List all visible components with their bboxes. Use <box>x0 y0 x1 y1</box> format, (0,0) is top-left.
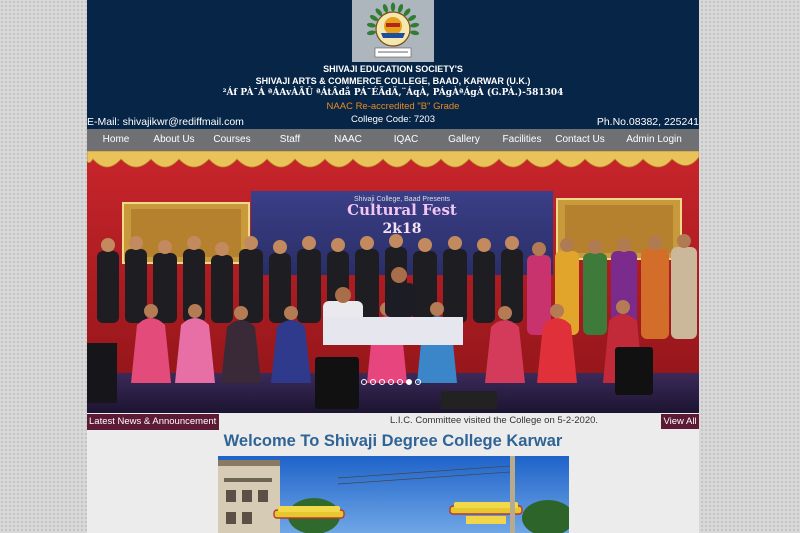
cultural-fest-photo: Shivaji College, Baad Presents Cultural … <box>87 151 699 413</box>
banner-year: 2k18 <box>383 221 422 237</box>
nav-admin-login[interactable]: Admin Login <box>609 129 699 151</box>
welcome-heading: Welcome To Shivaji Degree College Karwar <box>223 432 563 450</box>
contact-phone: Ph.No.08382, 225241 <box>596 116 699 128</box>
nav-contact-us[interactable]: Contact Us <box>551 129 609 151</box>
news-ticker: Latest News & Announcement L.I.C. Commit… <box>87 413 699 430</box>
naac-grade: NAAC Re-accredited "B" Grade <box>326 101 460 112</box>
campus-image <box>218 456 569 533</box>
college-name-kannada: ²Áf PÀ¯Á ªÁAvÀÃÛ ªÁtÂdå PÁ¯ÉÃdÄ,¨ÁqÀ, PÁ… <box>222 88 564 98</box>
contact-email[interactable]: E-Mail: shivajikwr@rediffmail.com <box>87 116 244 128</box>
slider-dot-active[interactable] <box>406 379 412 385</box>
college-campus-photo <box>218 456 569 533</box>
nav-home[interactable]: Home <box>87 129 145 151</box>
slider-dot[interactable] <box>370 379 376 385</box>
slider-dot[interactable] <box>361 379 367 385</box>
slider-dot[interactable] <box>415 379 421 385</box>
news-label: Latest News & Announcement <box>87 414 219 430</box>
nav-courses[interactable]: Courses <box>203 129 261 151</box>
nav-staff[interactable]: Staff <box>261 129 319 151</box>
news-item[interactable]: L.I.C. Committee visited the College on … <box>390 415 598 426</box>
slider-pagination <box>361 379 421 385</box>
slider-dot[interactable] <box>388 379 394 385</box>
society-name: SHIVAJI EDUCATION SOCIETY'S <box>323 64 463 74</box>
slider-dot[interactable] <box>379 379 385 385</box>
college-emblem-icon <box>366 2 420 58</box>
view-all-button[interactable]: View All <box>661 414 699 429</box>
college-name: SHIVAJI ARTS & COMMERCE COLLEGE, BAAD, K… <box>255 76 531 86</box>
site-header: SHIVAJI EDUCATION SOCIETY'S SHIVAJI ARTS… <box>87 0 699 129</box>
nav-facilities[interactable]: Facilities <box>493 129 551 151</box>
image-slider[interactable]: Shivaji College, Baad Presents Cultural … <box>87 151 699 413</box>
slider-dot[interactable] <box>397 379 403 385</box>
banner-title: Cultural Fest <box>347 201 457 219</box>
nav-gallery[interactable]: Gallery <box>435 129 493 151</box>
nav-iqac[interactable]: IQAC <box>377 129 435 151</box>
nav-about-us[interactable]: About Us <box>145 129 203 151</box>
page-container: SHIVAJI EDUCATION SOCIETY'S SHIVAJI ARTS… <box>87 0 699 533</box>
nav-naac[interactable]: NAAC <box>319 129 377 151</box>
main-nav: Home About Us Courses Staff NAAC IQAC Ga… <box>87 129 699 151</box>
college-logo[interactable] <box>352 0 434 62</box>
